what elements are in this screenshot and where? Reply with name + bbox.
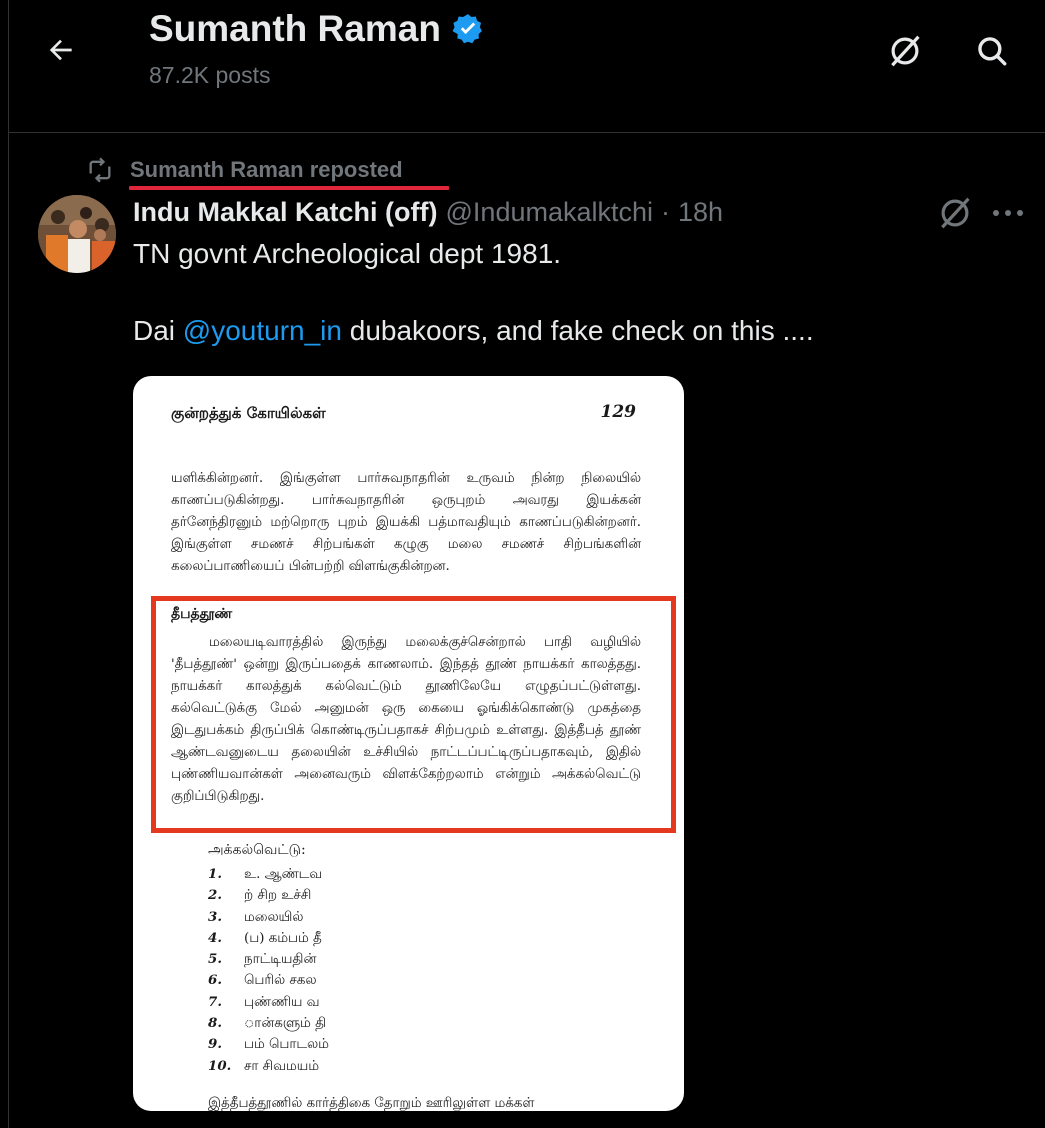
document-paragraph-2: மலையடிவாரத்தில் இருந்து மலைக்குச்சென்றால… xyxy=(171,635,641,804)
document-paragraph-1: யளிக்கின்றனர். இங்குள்ள பார்சுவநாதரின் உ… xyxy=(171,471,641,574)
left-border xyxy=(8,0,9,1128)
inscription-list: 1. உ. ஆண்டவ 2. ற் சிற உச்சி 3. மலையில் 4. (ப) க… xyxy=(208,864,329,1077)
arrow-left-icon xyxy=(49,39,72,61)
tweet-text-prefix: Dai xyxy=(133,315,183,346)
repost-label[interactable]: Sumanth Raman reposted xyxy=(130,157,403,183)
document-page-number: 129 xyxy=(600,402,637,422)
post-time[interactable]: 18h xyxy=(678,197,723,228)
inscription-line: 5. நாட்டியதின் xyxy=(208,949,329,970)
inscription-line-number: 7. xyxy=(208,993,222,1010)
inscription-line-text: ான்களும் தி xyxy=(244,1016,327,1032)
red-underline-annotation xyxy=(129,186,449,190)
document-header-title: குன்றத்துக் கோயில்கள் xyxy=(171,404,326,422)
inscription-line: 8.ான்களும் தி xyxy=(208,1013,329,1034)
inscription-line-number: 5. xyxy=(208,951,222,968)
avatar[interactable] xyxy=(38,195,116,273)
tweet-text-line2: Dai @youturn_in dubakoors, and fake chec… xyxy=(133,315,814,347)
inscription-line-number: 8. xyxy=(208,1015,222,1032)
tweet-author-row: Indu Makkal Katchi (off) @Indumakalktchi… xyxy=(133,197,723,228)
tweet-media-image[interactable]: குன்றத்துக் கோயில்கள் 129 யளிக்கின்றனர்.… xyxy=(133,376,684,1111)
inscription-line-number: 9. xyxy=(208,1036,222,1053)
inscription-label: அக்கல்வெட்டு: xyxy=(208,842,306,858)
inscription-line-number: 10. xyxy=(208,1057,232,1074)
mention-link[interactable]: @youturn_in xyxy=(183,315,342,346)
grok-button[interactable] xyxy=(882,28,928,74)
profile-header: Sumanth Raman 87.2K posts xyxy=(9,0,1045,133)
meta-separator: · xyxy=(661,197,671,227)
author-handle[interactable]: @Indumakalktchi xyxy=(446,197,654,228)
inscription-line-number: 3. xyxy=(208,908,222,925)
inscription-line: 4. (ப) கம்பம் தீ xyxy=(208,928,329,949)
tweet-text-line1: TN govnt Archeological dept 1981. xyxy=(133,238,562,269)
more-button[interactable] xyxy=(990,200,1026,231)
profile-name: Sumanth Raman xyxy=(149,8,441,49)
tweet-text-suffix: dubakoors, and fake check on this .... xyxy=(341,315,814,346)
repost-icon xyxy=(89,157,111,183)
inscription-line: 1. உ. ஆண்டவ xyxy=(208,864,329,885)
inscription-line-text: புண்ணிய வ xyxy=(244,994,320,1010)
more-icon xyxy=(993,210,1023,216)
post-count: 87.2K posts xyxy=(149,62,271,88)
inscription-line-text: பெரில் சகல xyxy=(244,973,317,989)
inscription-line-text: சா சிவமயம் xyxy=(244,1058,320,1074)
verified-badge-icon xyxy=(452,14,482,44)
inscription-line: 9. பம் பொடலம் xyxy=(208,1034,329,1055)
avatar-photo xyxy=(38,195,116,273)
grok-icon xyxy=(941,197,970,229)
inscription-line-number: 4. xyxy=(208,929,222,946)
document-footer-line: இத்தீபத்தூணில் கார்த்திகை தோறும் ஊரிலுள்… xyxy=(208,1096,535,1111)
inscription-line-number: 6. xyxy=(208,972,222,989)
repost-indicator: Sumanth Raman reposted xyxy=(84,156,403,184)
inscription-line-text: (ப) கம்பம் தீ xyxy=(244,930,322,946)
inscription-line: 6. பெரில் சகல xyxy=(208,970,329,991)
inscription-line-text: ற் சிற உச்சி xyxy=(244,888,312,904)
inscription-line-text: பம் பொடலம் xyxy=(244,1037,329,1053)
inscription-line-number: 1. xyxy=(208,866,222,882)
inscription-line-text: மலையில் xyxy=(244,909,304,925)
tweet-grok-button[interactable] xyxy=(936,194,974,237)
inscription-line-text: நாட்டியதின் xyxy=(244,952,317,968)
document-subheading: தீபத்தூண் xyxy=(171,606,233,622)
inscription-line-number: 2. xyxy=(208,887,222,904)
profile-name-row: Sumanth Raman xyxy=(149,8,485,50)
back-button[interactable] xyxy=(39,28,83,72)
inscription-line: 3. மலையில் xyxy=(208,907,329,928)
inscription-line-text: உ. ஆண்டவ xyxy=(244,867,323,882)
inscription-line: 2. ற் சிற உச்சி xyxy=(208,885,329,906)
grok-icon xyxy=(891,35,920,67)
author-name[interactable]: Indu Makkal Katchi (off) xyxy=(133,197,438,228)
search-icon xyxy=(978,37,1007,66)
inscription-line: 7. புண்ணிய வ xyxy=(208,992,329,1013)
search-button[interactable] xyxy=(969,28,1015,74)
inscription-line: 10. சா சிவமயம் xyxy=(208,1056,329,1077)
